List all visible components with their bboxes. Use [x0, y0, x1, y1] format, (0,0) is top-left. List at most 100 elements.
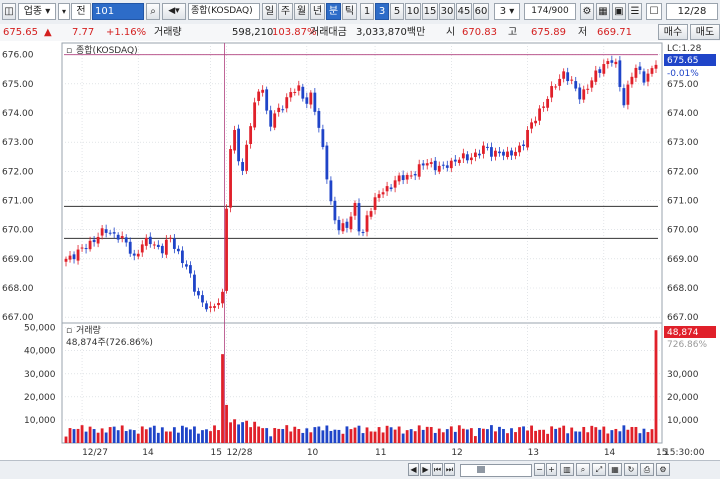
candle-body [586, 88, 590, 90]
interval-select[interactable]: 3 ▾ [494, 3, 520, 20]
table-view-icon[interactable]: ▦ [608, 463, 622, 476]
interval-button[interactable]: 45 [456, 3, 472, 20]
volume-bar [413, 431, 417, 443]
period-button[interactable]: 일 [262, 3, 277, 20]
fit-icon[interactable]: ⤢ [592, 463, 606, 476]
scroll-right-button[interactable]: ▶ [420, 463, 431, 476]
low-value: 669.71 [597, 27, 632, 38]
candle-body [293, 92, 297, 94]
period-button[interactable]: 틱 [342, 3, 357, 20]
period-button[interactable]: 월 [294, 3, 309, 20]
price-tick-right: 669.00 [667, 255, 699, 265]
magnify-icon[interactable]: ⌕ [576, 463, 590, 476]
candle-body [550, 86, 554, 98]
interval-button[interactable]: 15 [422, 3, 438, 20]
volume-bar [590, 425, 594, 443]
volume-bar [72, 429, 76, 443]
interval-button[interactable]: 5 [390, 3, 404, 20]
sector-select[interactable]: 업종 ▾ [18, 3, 56, 20]
volume-bar [245, 420, 249, 443]
time-axis-label: 12/28 [227, 448, 253, 458]
buy-button[interactable]: 매수 [658, 24, 688, 40]
volume-bar [164, 431, 168, 443]
candle-body [590, 80, 594, 88]
volume-bar [305, 428, 309, 443]
volume-bar [124, 431, 128, 443]
speaker-icon[interactable]: ◀▾ [162, 3, 186, 20]
candle-body [257, 91, 261, 101]
index-name-field: 종합(KOSDAQ) [188, 3, 260, 20]
zoom-slider-thumb[interactable] [477, 466, 485, 473]
price-change-pct: +1.16% [106, 27, 147, 38]
candle-body [72, 254, 76, 260]
candle-body [229, 149, 232, 208]
open-value: 670.83 [462, 27, 497, 38]
settings-icon[interactable]: ⚙ [580, 3, 594, 20]
candle-body [381, 192, 385, 195]
interval-button[interactable]: 30 [439, 3, 455, 20]
candle-body [357, 203, 361, 232]
period-button[interactable]: 년 [310, 3, 325, 20]
layout-icon[interactable]: ◫ [2, 3, 16, 20]
volume-bar [313, 427, 317, 443]
interval-select-value: 3 [499, 6, 507, 17]
volume-bar [297, 429, 301, 443]
time-axis-label: 15 [211, 448, 222, 458]
interval-button[interactable]: 60 [473, 3, 489, 20]
checkbox-icon[interactable]: ☐ [646, 3, 662, 20]
config-icon[interactable]: ⚙ [656, 463, 670, 476]
candle-body [542, 106, 546, 108]
volume-bar [582, 426, 586, 443]
dropdown-arrow-icon[interactable]: ▾ [58, 3, 70, 20]
zoom-slider[interactable] [460, 464, 532, 477]
volume-tick-left: 20,000 [24, 393, 56, 403]
lc-label: LC:1.28 [667, 44, 702, 54]
table-icon[interactable]: ▦ [596, 3, 610, 20]
count-field: 174/900 [524, 3, 576, 20]
volume-bar [88, 426, 92, 443]
volume-bar [285, 425, 289, 443]
volume-bar [273, 428, 277, 443]
scroll-end-button[interactable]: ⏭ [444, 463, 455, 476]
period-button[interactable]: 주 [278, 3, 293, 20]
list-icon[interactable]: ☰ [628, 3, 642, 20]
interval-button[interactable]: 3 [375, 3, 389, 20]
volume-bar [369, 431, 373, 443]
volume-bar [156, 432, 160, 443]
volume-bar [100, 428, 104, 443]
up-arrow-icon: ▲ [44, 27, 52, 38]
interval-button[interactable]: 1 [360, 3, 374, 20]
sell-button[interactable]: 매도 [690, 24, 720, 40]
volume-bar [152, 425, 156, 443]
search-icon[interactable]: ⌕ [146, 3, 160, 20]
volume-bar [249, 427, 253, 443]
volume-bar [486, 429, 489, 443]
candle-body [594, 70, 598, 82]
candle-body [618, 60, 622, 87]
volume-bar [353, 427, 357, 443]
candle-body [349, 216, 353, 230]
zoom-in-button[interactable]: + [546, 463, 557, 476]
volume-bar [116, 430, 120, 443]
refresh-icon[interactable]: ↻ [624, 463, 638, 476]
save-icon[interactable]: ▣ [612, 3, 626, 20]
candle-body [100, 228, 104, 236]
candle-body [297, 85, 301, 91]
zoom-out-button[interactable]: − [534, 463, 545, 476]
sector-code-field[interactable]: 전 [71, 3, 91, 20]
price-volume-chart[interactable]: 676.00 675.00 675.00 674.00 674.00 673.00 673.… [0, 41, 720, 461]
scroll-left-button[interactable]: ◀ [408, 463, 419, 476]
code-input[interactable]: 101 [92, 3, 144, 20]
candle-body [522, 144, 525, 146]
volume-bar [606, 433, 610, 443]
candle-body [205, 303, 208, 310]
print-icon[interactable]: ⎙ [640, 463, 654, 476]
scroll-start-button[interactable]: ⏮ [432, 463, 443, 476]
chart-type-icon[interactable]: ▥ [560, 463, 574, 476]
volume-bar [317, 426, 321, 443]
interval-button[interactable]: 10 [405, 3, 421, 20]
volume-tick-right: 20,000 [667, 393, 699, 403]
period-button[interactable]: 분 [326, 3, 341, 20]
price-change: 7.77 [72, 27, 95, 38]
candle-body [92, 239, 96, 243]
